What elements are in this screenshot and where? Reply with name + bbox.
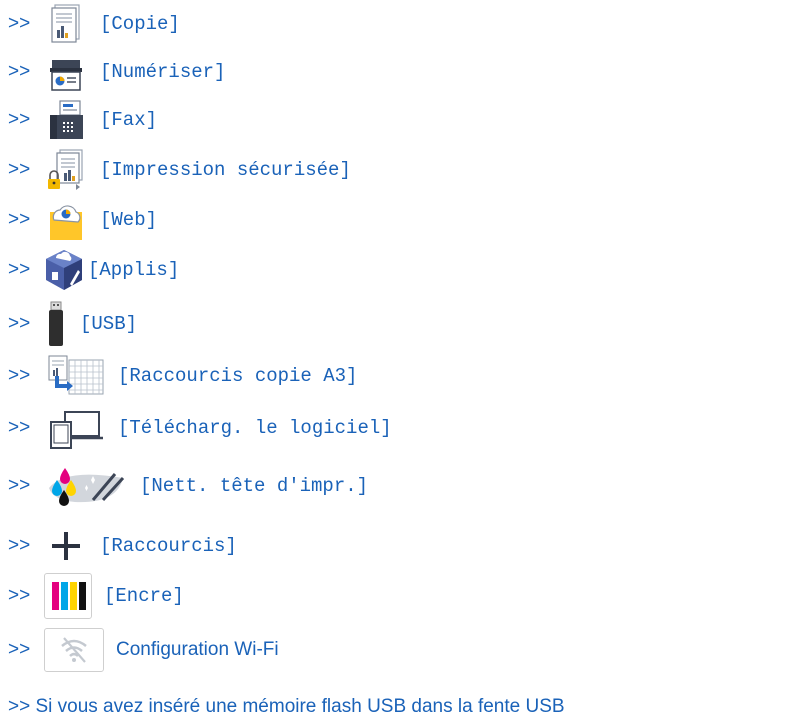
arrow-prefix: >>	[8, 259, 31, 280]
arrow-prefix: >>	[8, 109, 31, 130]
menu-item-usb[interactable]: >> [USB]	[0, 300, 137, 348]
download-software-icon	[44, 406, 106, 450]
usb-flash-instruction-link[interactable]: >> Si vous avez inséré une mémoire flash…	[8, 696, 565, 718]
menu-item-raccourcis[interactable]: >> [Raccourcis]	[0, 522, 237, 570]
print-head-cleaning-icon	[44, 464, 128, 508]
menu-item-label: [Web]	[100, 209, 158, 231]
arrow-prefix: >>	[8, 475, 31, 496]
menu-item-label: [USB]	[80, 313, 138, 335]
arrow-prefix: >>	[8, 159, 31, 180]
copy-icon	[44, 2, 88, 46]
menu-item-applis[interactable]: >> [Applis]	[0, 246, 179, 294]
arrow-prefix: >>	[8, 365, 31, 386]
arrow-prefix: >>	[8, 209, 31, 230]
menu-item-label: [Nett. tête d'impr.]	[140, 475, 369, 497]
arrow-prefix: >>	[8, 61, 31, 82]
menu-item-nett-tete-impr[interactable]: >> [Nett. tête d'impr.]	[0, 462, 368, 510]
shortcuts-plus-icon	[44, 524, 88, 568]
menu-item-telecharg-logiciel[interactable]: >> [Télécharg. le logiciel]	[0, 404, 392, 452]
usb-icon	[44, 301, 68, 346]
arrow-prefix: >>	[8, 585, 31, 606]
web-icon	[44, 198, 88, 242]
arrow-prefix: >>	[8, 313, 31, 334]
menu-item-copie[interactable]: >> [Copie]	[0, 0, 180, 48]
menu-item-label: [Encre]	[104, 585, 184, 607]
arrow-prefix: >>	[8, 639, 31, 660]
scan-icon	[44, 50, 88, 94]
arrow-prefix: >>	[8, 13, 31, 34]
menu-item-encre[interactable]: >> [Encre]	[0, 572, 184, 620]
fax-icon	[44, 98, 88, 142]
apps-icon	[44, 248, 84, 292]
secure-print-icon	[44, 148, 88, 192]
menu-item-label: [Impression sécurisée]	[100, 159, 351, 181]
menu-item-label: [Raccourcis copie A3]	[118, 365, 358, 387]
wifi-off-icon	[44, 628, 104, 672]
a3-copy-shortcut-icon	[44, 354, 106, 398]
menu-item-label: [Numériser]	[100, 61, 226, 83]
menu-item-label: [Applis]	[88, 259, 180, 281]
menu-item-web[interactable]: >> [Web]	[0, 196, 157, 244]
menu-item-impression-securisee[interactable]: >> [Impression sécurisée]	[0, 146, 351, 194]
menu-item-label: [Télécharg. le logiciel]	[118, 417, 392, 439]
menu-item-label: Configuration Wi-Fi	[116, 639, 279, 660]
menu-item-raccourcis-copie-a3[interactable]: >> [Raccourcis copie A3]	[0, 352, 357, 400]
ink-icon	[44, 573, 92, 619]
menu-item-label: [Raccourcis]	[100, 535, 237, 557]
menu-item-fax[interactable]: >> [Fax]	[0, 96, 157, 144]
arrow-prefix: >>	[8, 417, 31, 438]
menu-item-numeriser[interactable]: >> [Numériser]	[0, 48, 225, 96]
arrow-prefix: >>	[8, 535, 31, 556]
menu-item-configuration-wifi[interactable]: >> Configuration Wi-Fi	[0, 626, 279, 674]
menu-item-label: [Fax]	[100, 109, 158, 131]
menu-item-label: [Copie]	[100, 13, 180, 35]
